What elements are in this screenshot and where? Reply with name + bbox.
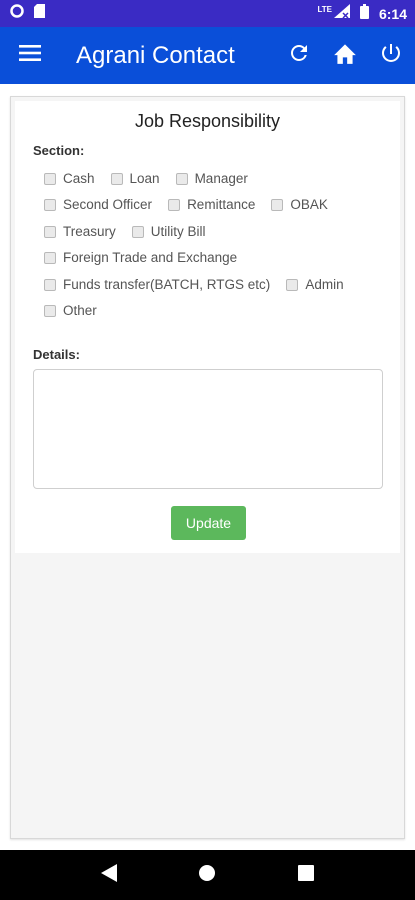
checkbox-row: Foreign Trade and Exchange [44,250,253,265]
checkbox-label: Manager [194,171,248,186]
checkbox-funds-transfer[interactable]: Funds transfer(BATCH, RTGS etc) [44,277,270,292]
checkbox-box[interactable] [44,278,56,291]
checkbox-box[interactable] [286,278,299,291]
checkbox-box[interactable] [44,251,56,264]
checkbox-admin[interactable]: Admin [286,277,344,292]
checkbox-row: Funds transfer(BATCH, RTGS etc) Admin [44,277,360,292]
checkbox-label: OBAK [290,197,328,212]
card-title: Job Responsibility [134,111,281,131]
checkbox-manager[interactable]: Manager [175,171,248,186]
section-label: Section: [33,143,85,158]
signal-icon [333,4,350,23]
back-triangle-icon [101,863,118,887]
checkbox-label: Other [63,303,97,318]
checkbox-treasury[interactable]: Treasury [44,224,116,239]
back-button[interactable] [89,855,129,895]
system-nav-bar [0,850,415,900]
checkbox-label: Treasury [63,224,116,239]
checkbox-label: Second Officer [63,197,153,212]
power-icon [379,41,403,70]
checkbox-foreign-trade[interactable]: Foreign Trade and Exchange [44,250,237,265]
checkbox-label: Remittance [187,197,256,212]
checkbox-other[interactable]: Other [44,303,97,318]
checkbox-label: Foreign Trade and Exchange [63,250,238,265]
recents-square-icon [297,864,314,886]
checkbox-label: Cash [63,171,95,186]
update-button[interactable]: Update [171,506,246,540]
refresh-icon [287,41,311,70]
checkbox-row: Cash Loan Manager [44,171,264,186]
checkbox-box[interactable] [131,225,144,238]
details-label: Details: [33,347,80,362]
menu-button[interactable] [18,44,42,68]
home-nav-button[interactable] [187,855,227,895]
checkbox-utility-bill[interactable]: Utility Bill [131,224,206,239]
network-type: LTE [317,5,332,14]
checkbox-box[interactable] [271,198,284,211]
checkbox-label: Loan [129,171,160,186]
checkbox-label: Admin [305,277,344,292]
checkbox-obak[interactable]: OBAK [271,197,328,212]
battery-icon [359,3,369,24]
status-bar: LTE 6:14 [0,0,415,27]
refresh-button[interactable] [283,40,315,72]
form-container: Job Responsibility Section: Cash Loan Ma… [10,96,405,839]
checkbox-cash[interactable]: Cash [44,171,95,186]
hamburger-menu-icon [19,44,41,67]
recents-button[interactable] [286,855,326,895]
home-icon [332,41,358,70]
app-bar: Agrani Contact [0,27,415,84]
notification-circle-icon [10,4,24,23]
checkbox-box[interactable] [110,172,123,185]
checkbox-box[interactable] [44,304,56,317]
checkbox-box[interactable] [175,172,188,185]
checkbox-label: Utility Bill [150,224,206,239]
checkbox-label: Funds transfer(BATCH, RTGS etc) [63,277,271,292]
content-area: Job Responsibility Section: Cash Loan Ma… [0,84,415,850]
checkbox-row: Second Officer Remittance OBAK [44,197,344,212]
home-button[interactable] [329,40,361,72]
checkbox-row: Other [44,303,113,318]
checkbox-box[interactable] [44,198,56,211]
checkbox-box[interactable] [168,198,181,211]
checkbox-second-officer[interactable]: Second Officer [44,197,152,212]
checkbox-loan[interactable]: Loan [110,171,160,186]
sim-card-icon [34,4,45,23]
clock: 6:14 [378,5,407,22]
home-circle-icon [198,864,216,887]
app-title: Agrani Contact [76,41,235,69]
job-responsibility-card: Job Responsibility Section: Cash Loan Ma… [15,101,400,553]
checkbox-box[interactable] [44,225,56,238]
power-button[interactable] [375,40,407,72]
checkbox-remittance[interactable]: Remittance [168,197,255,212]
details-textarea[interactable] [33,369,383,489]
checkbox-box[interactable] [44,172,56,185]
checkbox-row: Treasury Utility Bill [44,224,222,239]
